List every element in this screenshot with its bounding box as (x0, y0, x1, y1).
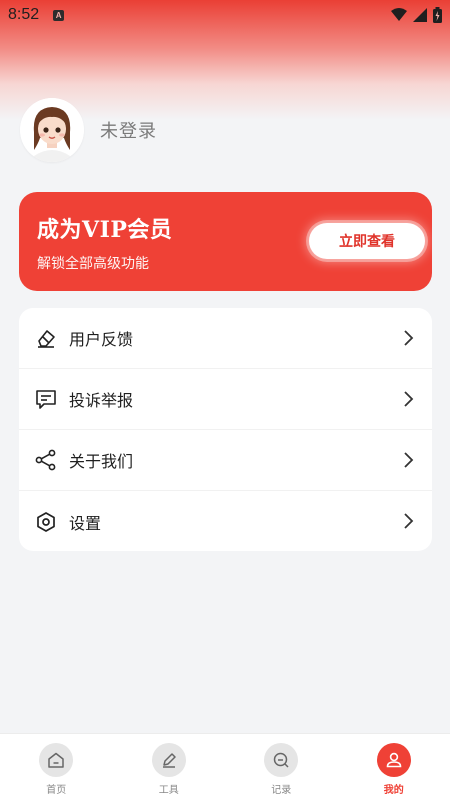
menu-label: 设置 (69, 513, 102, 533)
chevron-right-icon (404, 452, 414, 468)
wifi-icon (391, 8, 407, 21)
chevron-right-icon (404, 391, 414, 407)
chevron-right-icon (404, 513, 414, 529)
menu-item-feedback[interactable]: 用户反馈 (19, 308, 432, 369)
vip-title: 成为VIP会员 (37, 217, 173, 243)
battery-icon (433, 7, 442, 23)
tab-records[interactable]: 记录 (225, 734, 338, 800)
message-icon (35, 388, 57, 410)
notification-icon: A (53, 9, 65, 21)
tab-label: 我的 (383, 785, 404, 796)
pen-icon (151, 743, 186, 777)
tab-label: 记录 (271, 785, 292, 796)
vip-view-button[interactable]: 立即查看 (309, 223, 425, 259)
record-icon (264, 743, 299, 777)
avatar[interactable] (20, 98, 84, 162)
hexagon-settings-icon (35, 511, 57, 533)
girl-avatar-icon (20, 98, 84, 162)
chevron-right-icon (404, 330, 414, 346)
menu-item-report[interactable]: 投诉举报 (19, 369, 432, 430)
menu-item-settings[interactable]: 设置 (19, 491, 432, 552)
tab-home[interactable]: 首页 (0, 734, 113, 800)
bottom-tab-bar: 首页 工具 记录 我的 (0, 734, 450, 800)
menu-item-about[interactable]: 关于我们 (19, 430, 432, 491)
menu-label: 关于我们 (69, 452, 134, 471)
tab-label: 工具 (158, 785, 179, 796)
menu-label: 投诉举报 (69, 391, 134, 410)
tab-label: 首页 (46, 785, 67, 796)
status-icons (391, 7, 442, 23)
share-icon (35, 449, 57, 471)
tab-mine[interactable]: 我的 (338, 734, 450, 800)
menu-label: 用户反馈 (69, 330, 134, 349)
home-icon (39, 743, 74, 777)
signal-icon (413, 8, 427, 22)
tab-tools[interactable]: 工具 (113, 734, 226, 800)
eraser-icon (35, 327, 57, 349)
login-status[interactable]: 未登录 (100, 117, 157, 143)
user-icon (376, 743, 411, 777)
status-time: 8:52 (8, 6, 40, 23)
status-bar: 8:52 A (0, 0, 450, 30)
vip-subtitle: 解锁全部高级功能 (37, 256, 149, 272)
settings-menu: 用户反馈 投诉举报 关于我们 设置 (19, 308, 432, 551)
profile-section[interactable]: 未登录 (20, 98, 157, 162)
vip-banner[interactable]: 成为VIP会员 解锁全部高级功能 立即查看 (19, 192, 432, 291)
